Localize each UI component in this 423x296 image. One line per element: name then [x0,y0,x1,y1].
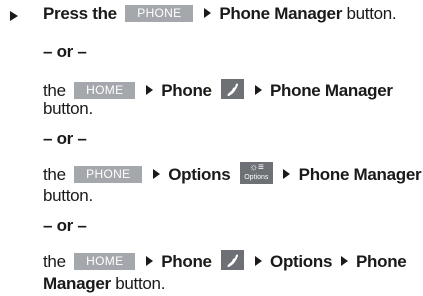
button-text: button. [43,99,93,118]
instruction-line-2: the HOME Phone Phone Manager [43,79,393,101]
arrow-right-icon [152,169,160,179]
triangle-bullet-icon [10,11,18,21]
phone-text: Phone [161,81,212,100]
options-text: Options [270,252,333,271]
manager-text: Manager [43,274,111,293]
instruction-line-4: the HOME Phone Options Phone [43,250,407,272]
button-text: button. [346,4,397,23]
instruction-line-2-cont: button. [43,98,93,120]
phone-handset-icon [221,250,245,270]
home-key-badge: HOME [74,82,136,99]
instruction-line-3-cont: button. [43,185,93,207]
arrow-right-icon [254,256,262,266]
or-separator-1: – or – [43,42,87,61]
phone-manager-text: Phone Manager [270,81,393,100]
or-separator-3: – or – [43,216,87,235]
phone-manager-text: Phone Manager [219,4,343,23]
options-settings-icon: ☼≡ Options [239,162,273,184]
the-text: the [43,165,66,184]
phone-text: Phone [161,252,212,271]
phone-key-badge: PHONE [74,166,143,183]
press-the-text: Press the [43,4,117,23]
arrow-right-icon [145,256,153,266]
options-icon-label: Options [244,174,269,181]
instruction-line-4-cont: Manager button. [43,273,165,295]
phone-key-badge: PHONE [125,5,194,22]
options-text: Options [168,165,231,184]
arrow-right-icon [283,169,291,179]
the-text: the [43,252,66,271]
button-text: button. [115,274,166,293]
instruction-line-3: the PHONE Options ☼≡ Options Phone Manag… [43,162,422,184]
arrow-right-icon [203,8,211,18]
instruction-line-1: Press the PHONE Phone Manager button. [43,3,397,25]
arrow-right-icon [254,85,262,95]
phone-handset-icon [221,79,245,99]
arrow-right-icon [145,85,153,95]
phone-manager-text: Phone Manager [298,165,422,184]
button-text: button. [43,186,93,205]
arrow-right-icon [340,256,348,266]
or-separator-2: – or – [43,129,87,148]
phone-text: Phone [356,252,407,271]
home-key-badge: HOME [74,253,136,270]
